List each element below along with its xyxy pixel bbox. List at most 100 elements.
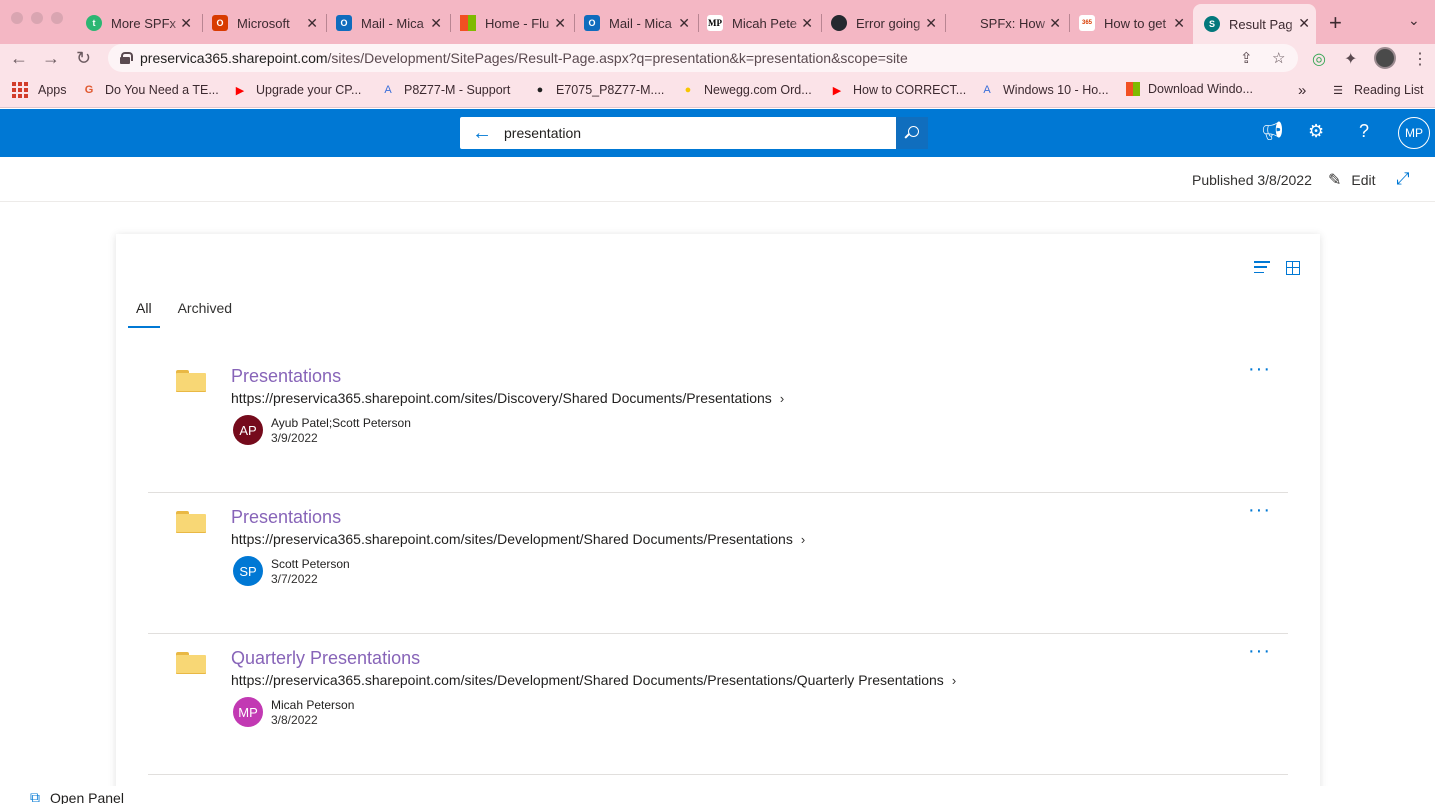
tab-all[interactable]: All (128, 296, 160, 328)
search-input[interactable]: presentation (504, 125, 896, 141)
browser-toolbar: ← → ↻ preservica365.sharepoint.com/sites… (0, 44, 1435, 74)
outlook-icon: O (584, 15, 600, 31)
browser-tab[interactable]: O Mail - Mica ✕ (584, 8, 696, 38)
more-options-button[interactable]: ··· (1248, 640, 1271, 663)
bookmarks-bar: Apps G Do You Need a TE... ▶ Upgrade you… (0, 74, 1435, 108)
help-icon[interactable]: ? (1359, 121, 1369, 142)
asus-icon: A (384, 84, 392, 96)
browser-tab[interactable]: MP Micah Pete ✕ (707, 8, 819, 38)
globe-icon: ● (536, 84, 544, 96)
mp-icon: MP (707, 15, 723, 31)
browser-tab-active[interactable]: S Result Pag ✕ (1193, 4, 1316, 44)
close-tab-icon[interactable]: ✕ (554, 15, 566, 32)
tab-search-chevron-icon[interactable]: ⌄ (1408, 12, 1420, 29)
tab-title: SPFx: How (980, 15, 1046, 31)
result-path[interactable]: https://preservica365.sharepoint.com/sit… (231, 390, 784, 406)
gear-icon[interactable]: ⚙ (1308, 121, 1324, 142)
close-tab-icon[interactable]: ✕ (801, 15, 813, 32)
asus-icon: A (983, 84, 991, 96)
list-layout-icon[interactable] (1254, 261, 1270, 273)
close-tab-icon[interactable]: ✕ (306, 15, 318, 32)
results-list: Presentations https://preservica365.shar… (148, 352, 1288, 775)
tab-archived[interactable]: Archived (170, 296, 240, 328)
browser-menu-icon[interactable]: ⋮ (1412, 49, 1428, 69)
result-tabs: All Archived (128, 296, 250, 328)
bookmark-star-icon[interactable]: ☆ (1272, 49, 1285, 67)
bookmark-item[interactable]: G Do You Need a TE... (81, 82, 219, 98)
chevron-right-icon: › (779, 391, 785, 406)
close-tab-icon[interactable]: ✕ (925, 15, 937, 32)
extensions-puzzle-icon[interactable]: ✦ (1344, 49, 1357, 69)
bookmark-apps[interactable]: Apps (12, 82, 67, 98)
share-icon[interactable]: ⇪ (1240, 49, 1253, 67)
result-path[interactable]: https://preservica365.sharepoint.com/sit… (231, 531, 805, 547)
more-bookmarks-chevron-icon[interactable]: » (1298, 82, 1306, 99)
result-author: Micah Peterson (271, 698, 355, 712)
t-app-icon: t (86, 15, 102, 31)
close-tab-icon[interactable]: ✕ (1173, 15, 1185, 32)
avatar: MP (233, 697, 263, 727)
reload-icon[interactable]: ↻ (76, 48, 91, 69)
bookmark-item[interactable]: A P8Z77-M - Support (380, 82, 510, 98)
close-tab-icon[interactable]: ✕ (1298, 15, 1310, 32)
more-options-button[interactable]: ··· (1248, 499, 1271, 522)
tab-title: Result Pag (1229, 16, 1293, 32)
youtube-icon: ▶ (832, 84, 842, 97)
tab-title: How to get (1104, 15, 1167, 31)
bookmark-item[interactable]: ▶ Upgrade your CP... (232, 82, 362, 98)
bookmark-item[interactable]: Download Windo... (1126, 82, 1253, 96)
result-path[interactable]: https://preservica365.sharepoint.com/sit… (231, 672, 956, 688)
close-tab-icon[interactable]: ✕ (430, 15, 442, 32)
bookmark-item[interactable]: ▶ How to CORRECT... (829, 82, 966, 98)
browser-tab-bar: t More SPFx ✕ O Microsoft ✕ O Mail - Mic… (0, 0, 1435, 44)
tab-title: Microsoft (237, 15, 290, 31)
folder-icon (176, 511, 206, 533)
browser-tab[interactable]: O Mail - Mica ✕ (336, 8, 448, 38)
result-author: Scott Peterson (271, 557, 350, 571)
account-avatar[interactable]: MP (1398, 117, 1430, 149)
result-title-link[interactable]: Quarterly Presentations (231, 648, 420, 669)
search-box[interactable]: ← presentation (460, 117, 928, 149)
address-bar[interactable]: preservica365.sharepoint.com/sites/Devel… (108, 44, 1298, 72)
bookmark-item[interactable]: A Windows 10 - Ho... (979, 82, 1108, 98)
tab-title: Home - Flu (485, 15, 550, 31)
browser-profile-avatar[interactable] (1374, 47, 1396, 69)
browser-tab[interactable]: SPFx: How ✕ (955, 8, 1067, 38)
search-back-arrow-icon[interactable]: ← (460, 122, 504, 145)
search-button[interactable] (896, 117, 928, 149)
expand-icon[interactable]: ⤢ (1396, 169, 1410, 189)
new-tab-button[interactable]: + (1329, 10, 1342, 36)
megaphone-icon[interactable]: 📢︎ (1261, 121, 1284, 142)
url-text[interactable]: preservica365.sharepoint.com/sites/Devel… (140, 50, 908, 66)
microsoft-icon (460, 15, 476, 31)
reading-list-button[interactable]: ☰ Reading List (1330, 82, 1423, 98)
result-title-link[interactable]: Presentations (231, 507, 341, 528)
published-status: Published 3/8/2022 (1192, 172, 1312, 188)
bookmark-item[interactable]: ● E7075_P8Z77-M.... (532, 82, 665, 98)
close-window-button[interactable] (11, 12, 23, 24)
back-arrow-icon[interactable]: ← (10, 48, 28, 69)
browser-tab[interactable]: t More SPFx ✕ (86, 8, 198, 38)
bottom-panel-bar: ⧉ Open Panel (0, 786, 1435, 804)
browser-tab[interactable]: O Microsoft ✕ (212, 8, 324, 38)
zoom-window-button[interactable] (51, 12, 63, 24)
close-tab-icon[interactable]: ✕ (180, 15, 192, 32)
chevron-right-icon: › (951, 673, 957, 688)
open-panel-button[interactable]: ⧉ Open Panel (30, 789, 124, 804)
grid-layout-icon[interactable] (1286, 261, 1300, 275)
more-options-button[interactable]: ··· (1248, 358, 1271, 381)
bookmark-item[interactable]: ● Newegg.com Ord... (680, 82, 812, 98)
result-title-link[interactable]: Presentations (231, 366, 341, 387)
result-date: 3/8/2022 (271, 713, 318, 727)
extension-icon[interactable]: ◎ (1312, 49, 1326, 69)
lock-icon[interactable] (120, 52, 133, 64)
close-tab-icon[interactable]: ✕ (1049, 15, 1061, 32)
edit-button[interactable]: ✎ Edit (1328, 170, 1376, 190)
close-tab-icon[interactable]: ✕ (678, 15, 690, 32)
browser-tab[interactable]: Error going ✕ (831, 8, 943, 38)
g-icon: G (84, 84, 94, 96)
forward-arrow-icon[interactable]: → (42, 48, 60, 69)
minimize-window-button[interactable] (31, 12, 43, 24)
browser-tab[interactable]: 365 How to get ✕ (1079, 8, 1191, 38)
browser-tab[interactable]: Home - Flu ✕ (460, 8, 572, 38)
